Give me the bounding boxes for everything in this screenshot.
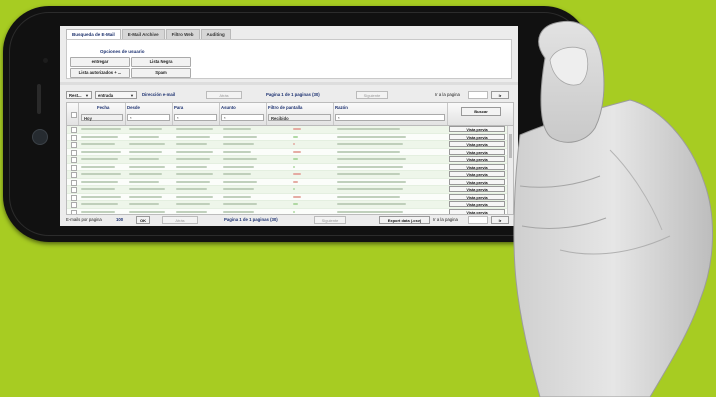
hand-holding-phone — [513, 20, 713, 397]
